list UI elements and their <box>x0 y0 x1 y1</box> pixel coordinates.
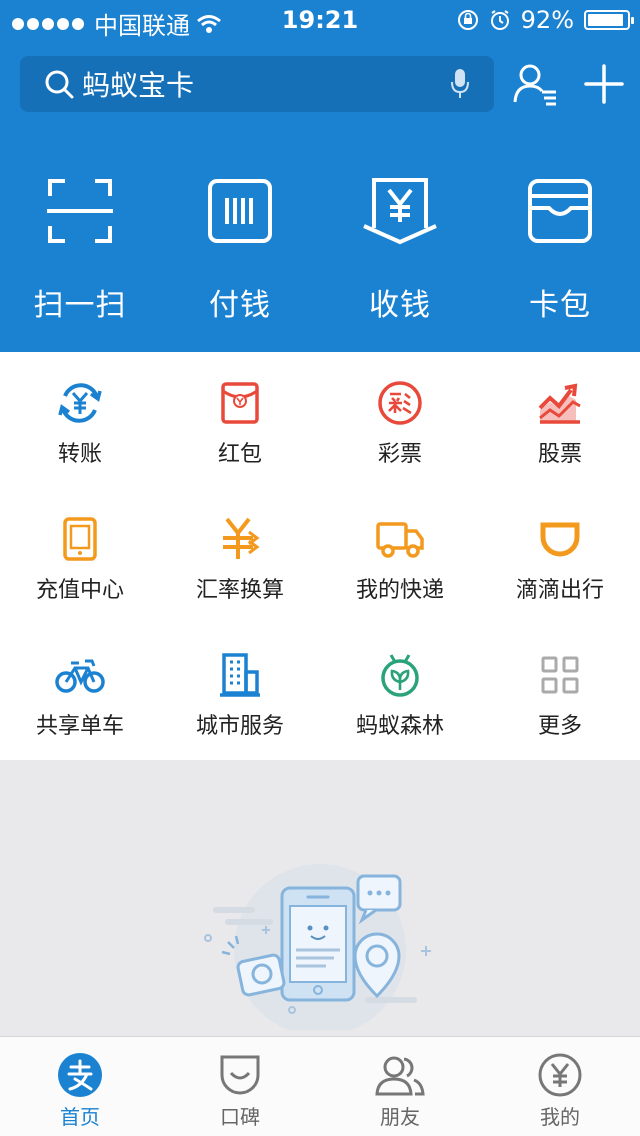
ant-forest-icon <box>381 654 419 697</box>
more-grid-icon <box>541 656 579 694</box>
card-wallet-icon <box>528 179 592 243</box>
service-label: 城市服务 <box>195 714 284 739</box>
phone-topup-icon <box>63 517 97 561</box>
service-label: 我的快递 <box>355 578 444 603</box>
stock-icon <box>538 383 581 424</box>
tab-label: 朋友 <box>380 1105 420 1129</box>
battery-icon <box>584 10 634 30</box>
scan-icon <box>47 179 113 243</box>
battery-percent: 92% <box>520 6 574 34</box>
service-my-delivery[interactable]: 我的快递 <box>320 488 480 624</box>
service-ant-forest[interactable]: 蚂蚁森林 <box>320 624 480 760</box>
service-label: 滴滴出行 <box>515 578 604 603</box>
tab-friends[interactable]: 朋友 <box>320 1037 480 1136</box>
barcode-icon <box>208 179 272 243</box>
service-label: 更多 <box>537 714 582 739</box>
yuan-envelope-icon <box>363 178 437 245</box>
scan-label: 扫一扫 <box>33 288 127 323</box>
tab-label: 口碑 <box>220 1105 260 1129</box>
services-grid: 转账 红包 彩票 股票 充值中心 汇率换算 我的快递 滴滴出行 共享单车 城市服… <box>0 352 640 760</box>
service-bike-sharing[interactable]: 共享单车 <box>0 624 160 760</box>
service-label: 蚂蚁森林 <box>355 714 444 739</box>
rotation-lock-icon <box>457 10 478 30</box>
service-label: 共享单车 <box>35 714 124 739</box>
quick-actions: 扫一扫 付钱 收钱 卡包 <box>0 176 640 324</box>
service-exchange-rate[interactable]: 汇率换算 <box>160 488 320 624</box>
search-text: 蚂蚁宝卡 <box>82 69 195 102</box>
exchange-rate-icon <box>223 517 260 559</box>
lottery-icon <box>378 381 422 425</box>
tab-label: 我的 <box>540 1105 580 1129</box>
card-wallet-button[interactable]: 卡包 <box>480 176 640 324</box>
pay-button[interactable]: 付钱 <box>160 176 320 324</box>
alarm-icon <box>490 10 509 30</box>
tab-label: 首页 <box>60 1105 100 1129</box>
status-bar: 中国联通 19:21 92% <box>0 0 640 40</box>
service-phone-topup[interactable]: 充值中心 <box>0 488 160 624</box>
microphone-icon[interactable] <box>450 68 470 100</box>
tab-home[interactable]: 首页 <box>0 1037 160 1136</box>
card-wallet-label: 卡包 <box>529 288 591 323</box>
pay-label: 付钱 <box>209 288 271 323</box>
tab-koubei[interactable]: 口碑 <box>160 1037 320 1136</box>
receive-button[interactable]: 收钱 <box>320 176 480 324</box>
contacts-icon[interactable] <box>512 62 558 106</box>
service-red-envelope[interactable]: 红包 <box>160 352 320 488</box>
service-more[interactable]: 更多 <box>480 624 640 760</box>
service-lottery[interactable]: 彩票 <box>320 352 480 488</box>
service-transfer[interactable]: 转账 <box>0 352 160 488</box>
bottom-tab-bar: 首页 口碑 朋友 我的 <box>0 1036 640 1136</box>
service-label: 彩票 <box>377 442 422 467</box>
friends-icon <box>375 1056 425 1096</box>
add-icon[interactable] <box>584 64 624 104</box>
alipay-home-screen: 中国联通 19:21 92% 蚂蚁宝卡 扫一扫 付钱 收钱 卡包 转账 红包 彩… <box>0 0 640 1136</box>
delivery-truck-icon <box>376 522 424 558</box>
service-label: 汇率换算 <box>195 578 284 603</box>
header-panel: 中国联通 19:21 92% 蚂蚁宝卡 扫一扫 付钱 收钱 卡包 <box>0 0 640 352</box>
empty-state-illustration <box>204 864 431 1030</box>
koubei-icon <box>220 1055 260 1095</box>
tab-mine[interactable]: 我的 <box>480 1037 640 1136</box>
search-icon <box>45 70 74 99</box>
scan-button[interactable]: 扫一扫 <box>0 176 160 324</box>
service-city-services[interactable]: 城市服务 <box>160 624 320 760</box>
my-account-icon <box>538 1053 582 1097</box>
search-bar[interactable]: 蚂蚁宝卡 <box>20 56 494 112</box>
service-label: 充值中心 <box>35 578 124 603</box>
didi-icon <box>540 522 580 557</box>
alipay-home-icon <box>58 1053 102 1097</box>
city-building-icon <box>220 653 260 697</box>
receive-label: 收钱 <box>369 288 431 323</box>
service-label: 转账 <box>57 442 102 467</box>
service-label: 股票 <box>537 442 582 467</box>
red-envelope-icon <box>221 382 259 424</box>
bicycle-icon <box>55 659 105 693</box>
service-stock[interactable]: 股票 <box>480 352 640 488</box>
transfer-icon <box>58 383 102 423</box>
service-label: 红包 <box>217 442 262 467</box>
service-didi[interactable]: 滴滴出行 <box>480 488 640 624</box>
